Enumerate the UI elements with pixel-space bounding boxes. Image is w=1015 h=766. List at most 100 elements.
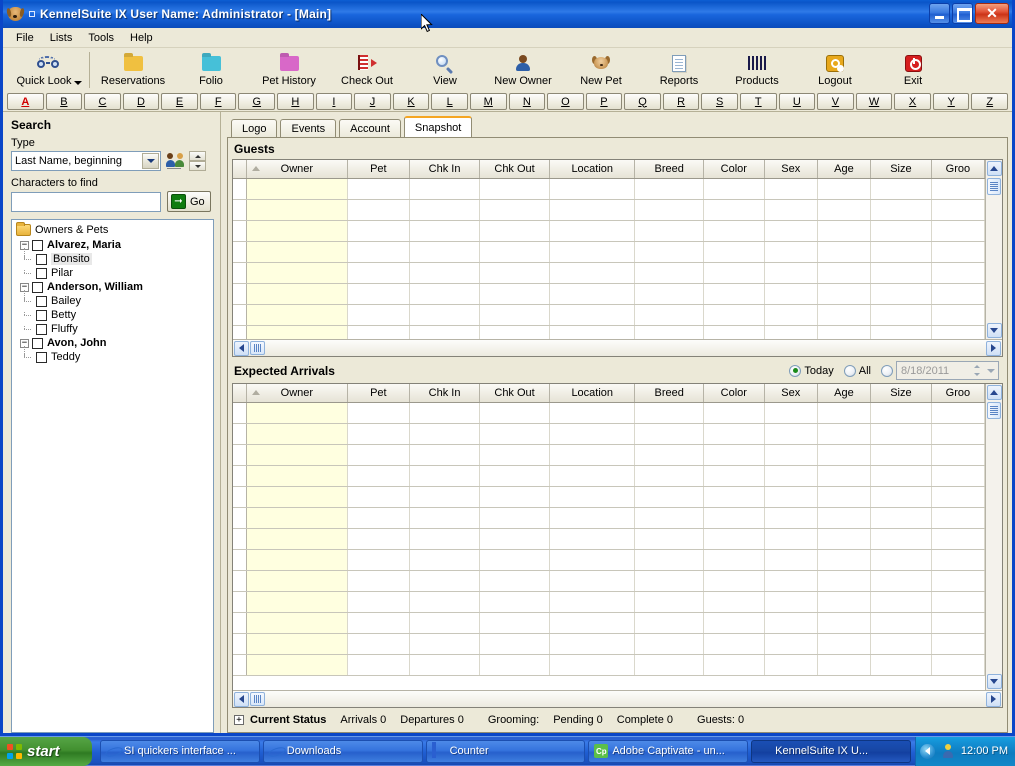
table-cell[interactable] [765, 326, 818, 339]
table-cell[interactable] [818, 326, 871, 339]
table-cell[interactable] [765, 529, 818, 549]
arrivals-rows[interactable] [233, 403, 985, 690]
guests-grid[interactable]: OwnerPetChk InChk OutLocationBreedColorS… [232, 159, 1003, 357]
scrollbar-thumb[interactable] [987, 178, 1001, 195]
table-cell[interactable] [765, 424, 818, 444]
toolbar-button-reservations[interactable]: Reservations [94, 50, 172, 92]
guests-horizontal-scrollbar[interactable] [233, 339, 1002, 356]
tree-pet-node[interactable]: Betty [14, 308, 213, 322]
arrivals-horizontal-scrollbar[interactable] [233, 690, 1002, 707]
table-cell[interactable] [635, 466, 703, 486]
table-cell[interactable] [871, 613, 932, 633]
table-cell[interactable] [348, 424, 410, 444]
table-cell[interactable] [932, 242, 985, 262]
scroll-down-icon[interactable] [987, 323, 1002, 338]
table-cell[interactable] [818, 655, 871, 675]
table-cell[interactable] [480, 242, 550, 262]
table-cell[interactable] [480, 466, 550, 486]
table-cell[interactable] [704, 634, 765, 654]
table-cell[interactable] [348, 508, 410, 528]
table-cell[interactable] [871, 221, 932, 241]
table-cell[interactable] [550, 179, 635, 199]
table-row[interactable] [233, 613, 985, 634]
table-cell[interactable] [704, 221, 765, 241]
table-cell[interactable] [247, 508, 348, 528]
start-button[interactable]: start [0, 737, 92, 766]
table-cell[interactable] [871, 466, 932, 486]
column-header-color[interactable]: Color [704, 384, 765, 402]
scroll-up-icon[interactable] [987, 161, 1002, 176]
table-cell[interactable] [704, 326, 765, 339]
row-selector-cell[interactable] [233, 613, 247, 633]
table-cell[interactable] [635, 326, 703, 339]
table-cell[interactable] [818, 403, 871, 423]
menu-item-tools[interactable]: Tools [81, 30, 121, 46]
table-cell[interactable] [480, 571, 550, 591]
table-cell[interactable] [348, 592, 410, 612]
alpha-button-x[interactable]: X [894, 93, 931, 110]
table-cell[interactable] [550, 550, 635, 570]
table-cell[interactable] [348, 326, 410, 339]
minimize-button[interactable] [929, 3, 950, 24]
table-cell[interactable] [704, 592, 765, 612]
column-header-owner[interactable]: Owner [247, 384, 348, 402]
filter-today[interactable]: Today [789, 365, 833, 377]
row-selector-cell[interactable] [233, 179, 247, 199]
table-cell[interactable] [932, 529, 985, 549]
column-header-size[interactable]: Size [871, 384, 932, 402]
table-cell[interactable] [871, 424, 932, 444]
taskbar-button[interactable]: KennelSuite IX U... [751, 740, 911, 763]
table-cell[interactable] [410, 242, 480, 262]
table-cell[interactable] [932, 284, 985, 304]
scroll-up-icon[interactable] [987, 385, 1002, 400]
table-cell[interactable] [550, 403, 635, 423]
table-cell[interactable] [480, 634, 550, 654]
taskbar-button[interactable]: CpAdobe Captivate - un... [588, 740, 748, 763]
table-cell[interactable] [550, 424, 635, 444]
table-cell[interactable] [635, 445, 703, 465]
table-cell[interactable] [635, 508, 703, 528]
arrival-date-field[interactable]: 8/18/2011 [896, 361, 999, 380]
scroll-right-icon[interactable] [986, 341, 1001, 356]
table-cell[interactable] [348, 242, 410, 262]
table-cell[interactable] [410, 305, 480, 325]
table-row[interactable] [233, 221, 985, 242]
table-cell[interactable] [247, 284, 348, 304]
row-selector-cell[interactable] [233, 487, 247, 507]
table-cell[interactable] [765, 550, 818, 570]
table-cell[interactable] [550, 200, 635, 220]
alpha-button-o[interactable]: O [547, 93, 584, 110]
scrollbar-thumb[interactable] [250, 341, 265, 355]
people-icon[interactable] [166, 153, 184, 169]
stepper-up-button[interactable] [189, 151, 206, 161]
table-row[interactable] [233, 242, 985, 263]
table-cell[interactable] [932, 179, 985, 199]
table-cell[interactable] [480, 613, 550, 633]
table-cell[interactable] [550, 592, 635, 612]
alpha-button-j[interactable]: J [354, 93, 391, 110]
alpha-button-r[interactable]: R [663, 93, 700, 110]
record-stepper[interactable] [189, 151, 206, 171]
table-cell[interactable] [247, 592, 348, 612]
toolbar-button-products[interactable]: Products [718, 50, 796, 92]
table-row[interactable] [233, 326, 985, 339]
table-cell[interactable] [932, 634, 985, 654]
table-cell[interactable] [348, 403, 410, 423]
column-header-pet[interactable]: Pet [348, 384, 410, 402]
table-cell[interactable] [704, 613, 765, 633]
table-cell[interactable] [765, 221, 818, 241]
table-cell[interactable] [765, 571, 818, 591]
table-cell[interactable] [704, 466, 765, 486]
table-cell[interactable] [480, 487, 550, 507]
table-row[interactable] [233, 634, 985, 655]
table-cell[interactable] [410, 263, 480, 283]
column-header-location[interactable]: Location [550, 384, 635, 402]
table-cell[interactable] [932, 403, 985, 423]
tab-account[interactable]: Account [339, 119, 401, 137]
table-cell[interactable] [704, 424, 765, 444]
app-dog-icon[interactable] [7, 5, 25, 23]
taskbar-button[interactable]: Counter [426, 740, 586, 763]
table-cell[interactable] [635, 284, 703, 304]
go-button[interactable]: ➞ Go [167, 191, 211, 212]
table-cell[interactable] [871, 242, 932, 262]
